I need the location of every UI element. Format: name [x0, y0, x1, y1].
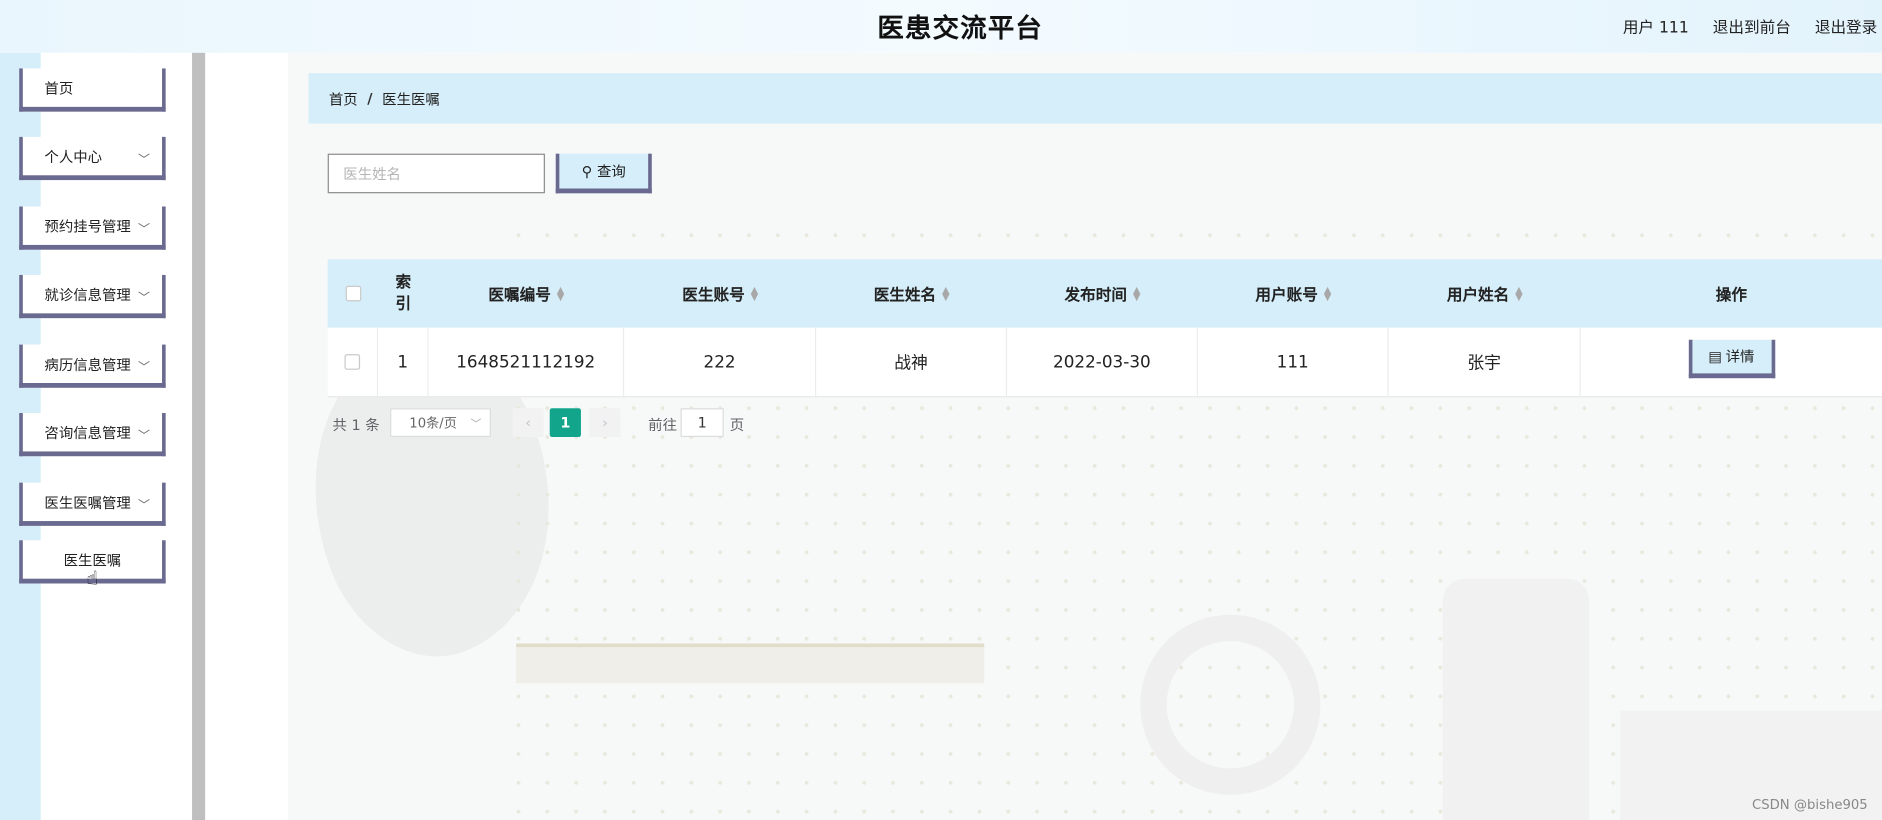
chevron-down-icon: ﹀	[138, 291, 151, 305]
sidebar-item-doctor-orders[interactable]: 医生医嘱管理 ﹀	[19, 482, 166, 526]
page-suffix-label: 页	[729, 416, 745, 434]
app-title: 医患交流平台	[877, 14, 1044, 45]
content-gutter	[205, 52, 289, 820]
search-button[interactable]: ⚲ 查询	[555, 153, 652, 194]
column-header-action: 操作	[1715, 286, 1748, 305]
detail-button[interactable]: ▤ 详情	[1688, 339, 1775, 378]
detail-button-label: 详情	[1725, 348, 1755, 365]
sidebar-item-home[interactable]: 首页	[19, 68, 166, 112]
sidebar-item-label: 个人中心	[44, 148, 103, 166]
goto-page-input[interactable]: 1	[680, 408, 724, 438]
chevron-down-icon: ﹀	[138, 361, 151, 375]
cell-doctor-name: 战神	[816, 327, 1008, 397]
sidebar-item-consultation[interactable]: 咨询信息管理 ﹀	[19, 413, 166, 457]
main-content: 首页 / 医生医嘱 ⚲ 查询 索 引 医嘱编号 ▲▼ 医生账号 ▲▼ 医生姓名 ▲▼	[288, 52, 1882, 820]
select-all-checkbox[interactable]	[345, 285, 361, 302]
back-to-front-link[interactable]: 退出到前台	[1713, 14, 1791, 37]
cell-publish-time: 2022-03-30	[1007, 327, 1198, 397]
chevron-down-icon: ﹀	[138, 429, 151, 444]
select-all-cell	[328, 259, 378, 327]
column-header-label: 医生账号	[682, 286, 745, 305]
cell-action: ▤ 详情	[1581, 328, 1882, 396]
table-header: 索 引 医嘱编号 ▲ ▼ 医生账号 ▲ ▼ 医生姓名 ▲ ▼ 发布时间 ▲ ▼ 用户账号 ▲ ▼ 用…	[327, 259, 1882, 328]
column-header-publish-time[interactable]: 发布时间 ▲ ▼	[1007, 259, 1198, 327]
breadcrumb-current: 医生医嘱	[382, 90, 440, 108]
logout-link[interactable]: 退出登录	[1815, 14, 1877, 37]
page-size-value: 10条/页	[409, 415, 457, 432]
user-label: 用户 111	[1622, 19, 1689, 38]
sidebar-item-appointment[interactable]: 预约挂号管理 ﹀	[19, 206, 166, 250]
column-header-order-no[interactable]: 医嘱编号 ▲ ▼	[429, 259, 625, 327]
column-header-label: 用户姓名	[1446, 286, 1510, 305]
doctor-name-search-input[interactable]	[327, 153, 545, 194]
breadcrumb-home[interactable]: 首页	[329, 88, 358, 108]
cell-user-account: 111	[1198, 327, 1389, 397]
pagination-total: 共 1 条	[332, 416, 380, 434]
sidebar-item-personal-center[interactable]: 个人中心 ﹀	[19, 136, 166, 181]
next-page-button[interactable]: ›	[589, 408, 621, 438]
search-icon: ⚲	[581, 162, 593, 180]
hand-cursor-icon: ☝	[86, 566, 99, 590]
sidebar-divider[interactable]	[192, 52, 206, 820]
breadcrumb-separator: /	[367, 90, 373, 107]
prev-page-button[interactable]: ‹	[512, 408, 544, 438]
cell-index: 1	[378, 327, 429, 397]
sidebar-item-label: 咨询信息管理	[44, 424, 131, 442]
sort-icon[interactable]: ▲ ▼	[557, 285, 564, 302]
sidebar-item-visit-info[interactable]: 就诊信息管理 ﹀	[19, 274, 166, 319]
sidebar-menu: 首页 个人中心 ﹀ 预约挂号管理 ﹀ 就诊信息管理 ﹀ 病历信息管理 ﹀ 咨询信…	[0, 53, 192, 820]
sidebar-item-label: 首页	[44, 79, 74, 97]
sort-icon[interactable]: ▲ ▼	[1324, 285, 1331, 302]
column-header-index: 索 引	[395, 273, 412, 313]
sort-icon[interactable]: ▲ ▼	[1515, 285, 1522, 302]
cell-doctor-account: 222	[624, 327, 817, 397]
sidebar-item-medical-records[interactable]: 病历信息管理 ﹀	[19, 344, 166, 388]
search-button-label: 查询	[597, 163, 626, 181]
background-ring-decoration	[1140, 614, 1321, 795]
cell-user-name: 张宇	[1389, 327, 1581, 397]
column-header-label: 医生姓名	[873, 286, 937, 305]
top-bar: 医患交流平台 用户 111 退出到前台 退出登录	[0, 0, 1882, 53]
background-cylinder-decoration	[1442, 578, 1590, 820]
chevron-down-icon: ﹀	[138, 223, 151, 237]
background-tray-decoration	[516, 643, 985, 684]
table-row: 1 1648521112192 222 战神 2022-03-30 111 张宇…	[327, 327, 1882, 398]
sidebar-item-label: 病历信息管理	[44, 355, 131, 373]
column-header-label: 发布时间	[1064, 286, 1127, 305]
cell-order-no: 1648521112192	[429, 327, 625, 397]
column-header-user-account[interactable]: 用户账号 ▲ ▼	[1198, 259, 1389, 327]
sidebar-item-label: 就诊信息管理	[44, 286, 131, 304]
column-header-doctor-account[interactable]: 医生账号 ▲ ▼	[624, 259, 816, 327]
sort-icon[interactable]: ▲ ▼	[751, 285, 758, 302]
document-icon: ▤	[1708, 347, 1723, 365]
top-links: 用户 111 退出到前台 退出登录	[1623, 14, 1877, 37]
chevron-down-icon: ﹀	[470, 419, 482, 432]
goto-label: 前往	[648, 416, 677, 434]
breadcrumb: 首页 / 医生医嘱	[308, 73, 1882, 124]
chevron-down-icon: ﹀	[138, 499, 151, 513]
column-header-label: 医嘱编号	[488, 286, 551, 305]
current-page-button[interactable]: 1	[549, 408, 581, 438]
sort-icon[interactable]: ▲ ▼	[942, 285, 949, 302]
sidebar-item-label: 预约挂号管理	[44, 217, 131, 235]
chevron-down-icon: ﹀	[138, 153, 151, 167]
watermark: CSDN @bishe905	[1751, 797, 1868, 813]
column-header-label: 用户账号	[1255, 286, 1318, 305]
column-header-doctor-name[interactable]: 医生姓名 ▲ ▼	[816, 259, 1007, 327]
sidebar-item-label: 医生医嘱管理	[44, 494, 131, 511]
column-header-user-name[interactable]: 用户姓名 ▲ ▼	[1389, 259, 1581, 327]
sort-icon[interactable]: ▲ ▼	[1133, 285, 1140, 302]
page-size-select[interactable]: 10条/页 ﹀	[390, 408, 491, 438]
row-checkbox[interactable]	[344, 354, 361, 370]
row-select-cell	[328, 327, 379, 397]
